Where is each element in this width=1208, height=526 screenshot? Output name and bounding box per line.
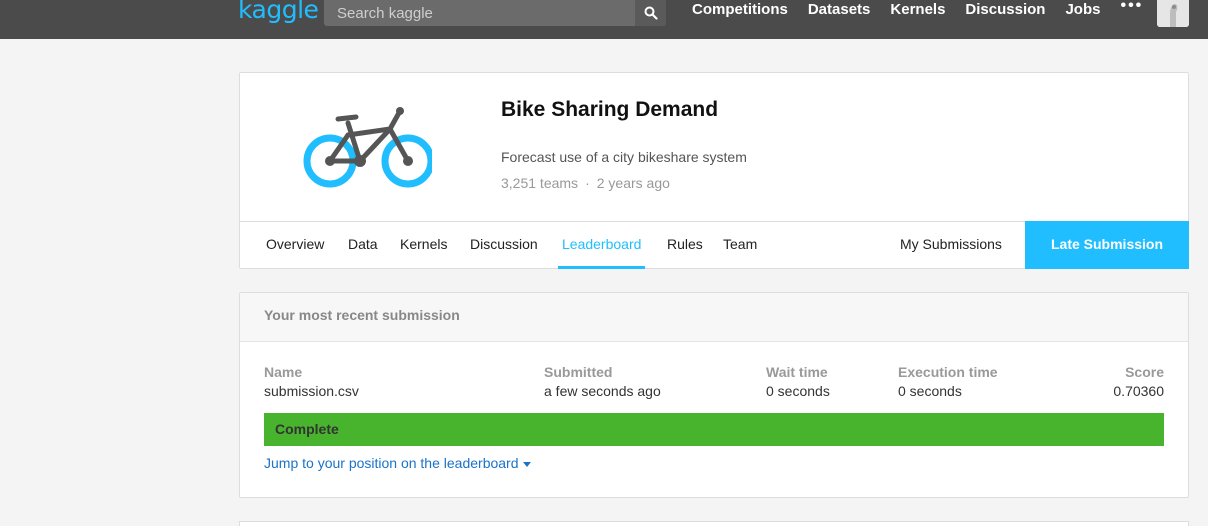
wait-time-value: 0 seconds xyxy=(766,383,830,399)
score-column: Score 0.70360 xyxy=(1113,364,1164,399)
kaggle-logo[interactable]: kaggle xyxy=(238,0,319,24)
search-button[interactable] xyxy=(635,0,666,26)
tab-data[interactable]: Data xyxy=(348,222,378,269)
nav-kernels[interactable]: Kernels xyxy=(890,1,945,18)
column-header: Score xyxy=(1125,364,1164,380)
nav-jobs[interactable]: Jobs xyxy=(1065,1,1100,18)
my-submissions-link[interactable]: My Submissions xyxy=(900,222,1002,267)
tab-overview[interactable]: Overview xyxy=(266,222,324,269)
competition-meta: 3,251 teams · 2 years ago xyxy=(501,175,670,191)
top-navbar: kaggle Competitions Datasets Kernels Dis… xyxy=(0,0,1208,39)
submitted-time: a few seconds ago xyxy=(544,383,661,399)
column-header: Wait time xyxy=(766,364,828,380)
execution-time-column: Execution time 0 seconds xyxy=(898,364,998,399)
search-input[interactable] xyxy=(324,0,634,26)
bicycle-icon xyxy=(303,107,432,188)
avatar-image xyxy=(1157,0,1189,27)
tab-team[interactable]: Team xyxy=(723,222,757,269)
competition-tabs: Overview Data Kernels Discussion Leaderb… xyxy=(240,221,1189,269)
nav-datasets[interactable]: Datasets xyxy=(808,1,871,18)
jump-link-label: Jump to your position on the leaderboard xyxy=(264,455,519,471)
status-bar: Complete xyxy=(264,413,1164,446)
next-card-edge xyxy=(239,521,1189,526)
tab-rules[interactable]: Rules xyxy=(667,222,703,269)
more-menu-icon[interactable]: ••• xyxy=(1120,0,1143,18)
tab-leaderboard[interactable]: Leaderboard xyxy=(558,222,646,269)
submission-name-column: Name submission.csv xyxy=(264,364,359,399)
caret-down-icon xyxy=(522,461,531,467)
nav-competitions[interactable]: Competitions xyxy=(692,1,788,18)
competition-title: Bike Sharing Demand xyxy=(501,98,719,121)
competition-age: 2 years ago xyxy=(596,175,670,191)
column-header: Name xyxy=(264,364,303,380)
execution-time-value: 0 seconds xyxy=(898,383,962,399)
user-avatar[interactable] xyxy=(1157,0,1189,27)
team-count: 3,251 teams xyxy=(501,175,579,191)
search-icon xyxy=(644,6,658,20)
search-box xyxy=(324,0,666,26)
tab-discussion[interactable]: Discussion xyxy=(470,222,538,269)
competition-card: Bike Sharing Demand Forecast use of a ci… xyxy=(239,72,1189,269)
wait-time-column: Wait time 0 seconds xyxy=(766,364,830,399)
nav-discussion[interactable]: Discussion xyxy=(965,1,1045,18)
tab-kernels[interactable]: Kernels xyxy=(400,222,447,269)
jump-to-leaderboard-link[interactable]: Jump to your position on the leaderboard xyxy=(264,455,531,471)
column-header: Submitted xyxy=(544,364,613,380)
meta-separator: · xyxy=(585,175,590,191)
late-submission-button[interactable]: Late Submission xyxy=(1025,221,1189,269)
submission-filename: submission.csv xyxy=(264,383,359,399)
score-value: 0.70360 xyxy=(1113,383,1164,399)
competition-description: Forecast use of a city bikeshare system xyxy=(501,149,747,165)
recent-submission-heading: Your most recent submission xyxy=(240,293,1188,342)
main-nav: Competitions Datasets Kernels Discussion… xyxy=(692,0,1163,18)
column-header: Execution time xyxy=(898,364,998,380)
submitted-column: Submitted a few seconds ago xyxy=(544,364,661,399)
recent-submission-card: Your most recent submission Name submiss… xyxy=(239,292,1189,498)
